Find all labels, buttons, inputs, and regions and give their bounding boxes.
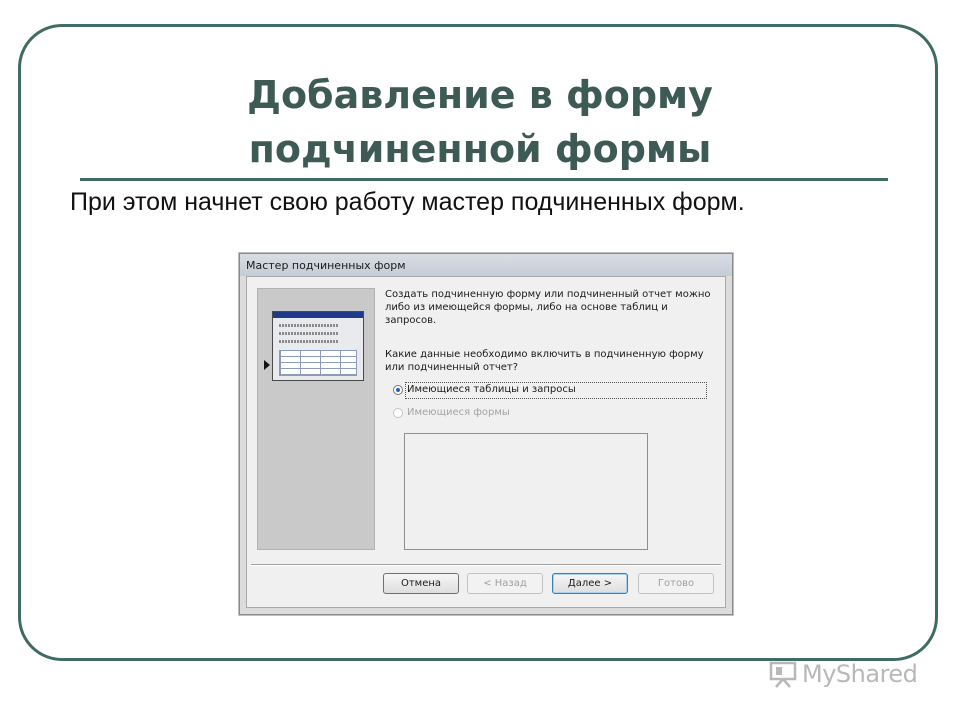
- dialog-title: Мастер подчиненных форм: [246, 259, 406, 272]
- preview-form-field: [279, 324, 339, 327]
- watermark-text: MyShared: [802, 660, 918, 688]
- back-button[interactable]: < Назад: [467, 573, 543, 594]
- preview-form-field: [279, 332, 339, 335]
- slide-title: Добавление в форму подчиненной формы: [0, 68, 960, 176]
- myshared-watermark: MyShared: [768, 658, 928, 692]
- preview-subform-grid: [279, 350, 357, 376]
- dialog-separator: [251, 564, 721, 566]
- focus-rectangle: [405, 382, 707, 399]
- next-button[interactable]: Далее >: [552, 573, 628, 594]
- wizard-question: Какие данные необходимо включить в подчи…: [385, 349, 704, 373]
- slide-title-line-1: Добавление в форму: [247, 73, 713, 117]
- option-label: Имеющиеся формы: [407, 407, 510, 418]
- radio-selected-icon[interactable]: [393, 385, 403, 395]
- title-divider: [80, 178, 888, 181]
- slide-title-line-2: подчиненной формы: [248, 127, 712, 171]
- cancel-button[interactable]: Отмена: [383, 573, 459, 594]
- radio-unselected-icon[interactable]: [393, 408, 403, 418]
- wizard-preview-panel: [257, 288, 375, 550]
- preview-form-field: [279, 340, 339, 343]
- preview-form-titlebar: [273, 312, 363, 318]
- wizard-description: Создать подчиненную форму или подчиненны…: [385, 289, 711, 326]
- dialog-client-area: Создать подчиненную форму или подчиненны…: [246, 276, 726, 608]
- subform-wizard-dialog: Мастер подчиненных форм Создать подчинен…: [239, 253, 733, 615]
- finish-button[interactable]: Готово: [638, 573, 714, 594]
- slide-body-text: При этом начнет свою работу мастер подчи…: [70, 188, 745, 216]
- pointer-arrow-icon: [264, 360, 270, 370]
- form-preview-icon: [272, 311, 364, 381]
- presentation-board-icon: [769, 661, 797, 688]
- dialog-titlebar[interactable]: Мастер подчиненных форм: [240, 254, 732, 276]
- forms-list-box[interactable]: [404, 433, 648, 550]
